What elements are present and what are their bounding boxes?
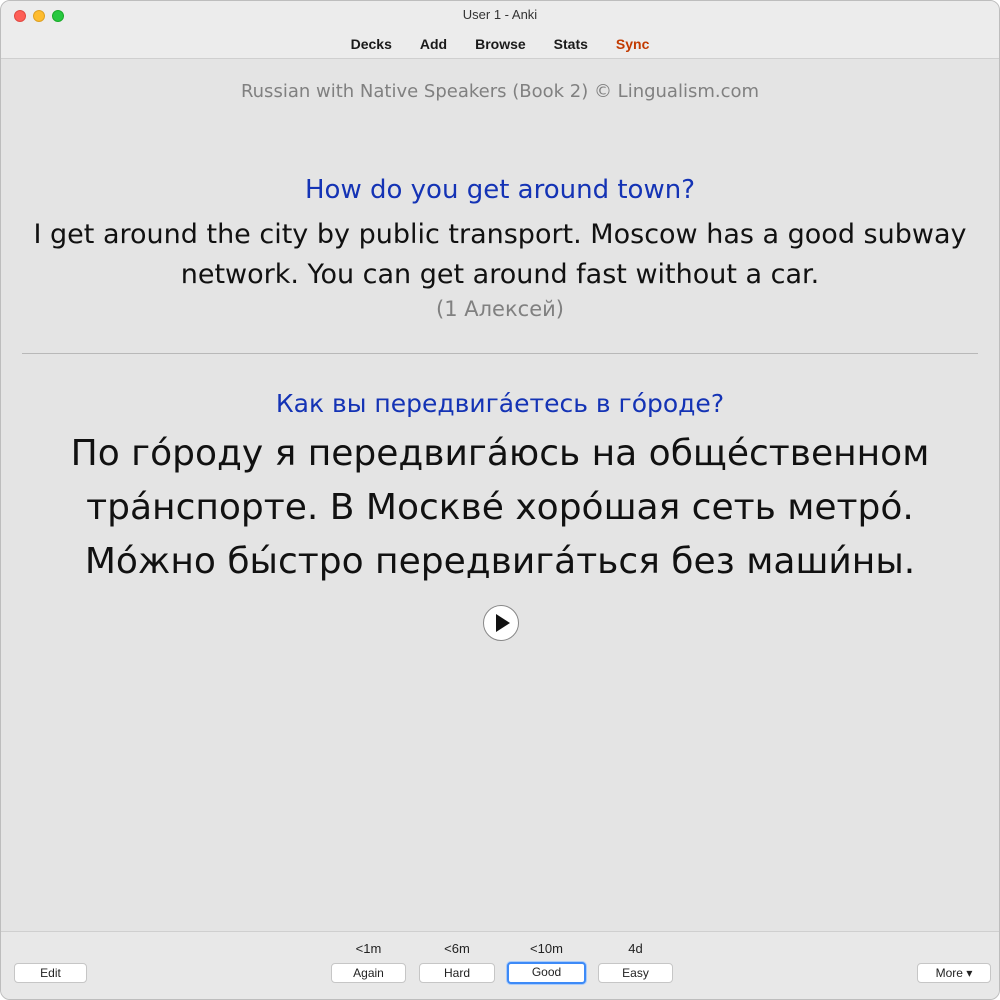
hard-interval: <6m [444,941,470,956]
anki-window: User 1 - Anki Decks Add Browse Stats Syn… [0,0,1000,1000]
question-english: How do you get around town? [305,175,695,205]
top-toolbar: Decks Add Browse Stats Sync [1,30,999,59]
window-title: User 1 - Anki [462,7,538,22]
question-russian: Как вы передвига́етесь в го́роде? [275,389,725,418]
good-interval: <10m [530,941,563,956]
easy-interval: 4d [628,941,643,956]
decks-button[interactable]: Decks [351,36,392,52]
answer-divider [22,353,978,354]
answer-russian: По го́роду я передвига́юсь на обще́ствен… [70,433,930,582]
again-interval: <1m [355,941,382,956]
review-bar: Edit <1m Again <6m Hard <10m Good 4d Eas… [1,931,999,999]
more-button[interactable]: More ▾ [917,963,991,983]
stats-button[interactable]: Stats [554,36,588,52]
card-view: Russian with Native Speakers (Book 2) © … [1,59,999,931]
title-bar: User 1 - Anki [1,1,999,31]
browse-button[interactable]: Browse [475,36,526,52]
hard-button[interactable]: Hard [419,963,495,983]
good-button[interactable]: Good [507,962,586,984]
easy-button[interactable]: Easy [598,963,673,983]
edit-button[interactable]: Edit [14,963,87,983]
deck-credit: Russian with Native Speakers (Book 2) © … [240,81,760,102]
answer-english: I get around the city by public transpor… [33,219,967,290]
play-audio-button[interactable] [483,605,519,641]
speaker-label: (1 Алексей) [436,297,564,321]
play-icon [496,614,510,632]
add-button[interactable]: Add [420,36,447,52]
again-button[interactable]: Again [331,963,406,983]
sync-button[interactable]: Sync [616,36,649,52]
